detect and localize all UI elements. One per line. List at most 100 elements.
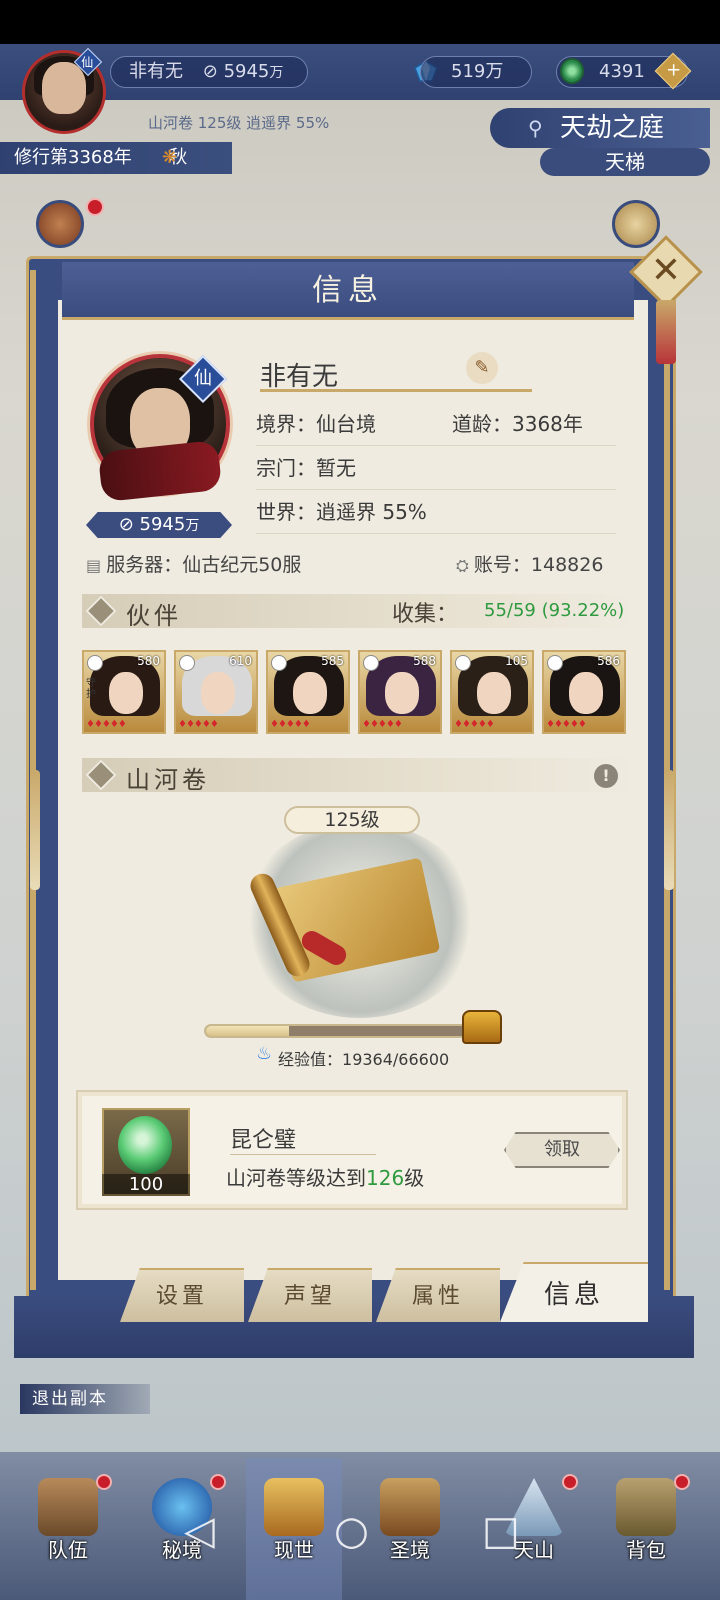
collect-value: 55/59 (93.22%) xyxy=(484,600,625,621)
notification-dot xyxy=(562,1474,578,1490)
partner-card[interactable]: 610 ♦♦♦♦♦ xyxy=(174,650,258,734)
server-value: 仙古纪元50服 xyxy=(182,554,302,576)
guard-label: 守护 xyxy=(86,678,96,700)
nav-label: 秘境 xyxy=(162,1538,202,1562)
tab-reputation[interactable]: 声望 xyxy=(248,1268,372,1322)
nav-holy-realm[interactable]: 圣境 xyxy=(362,1470,458,1590)
side-scroll-icon[interactable] xyxy=(612,200,660,248)
jade-pendant-icon xyxy=(118,1116,172,1174)
server-info: ▤ 服务器：仙古纪元50服 xyxy=(86,554,302,576)
partners-title: 伙伴 xyxy=(126,602,182,630)
nav-label: 背包 xyxy=(626,1538,666,1562)
partner-card[interactable]: 105 ♦♦♦♦♦ xyxy=(450,650,534,734)
exp-text: 经验值：19364/66600 xyxy=(278,1050,450,1069)
star-icon: ♦♦♦♦♦ xyxy=(86,719,127,730)
partner-level: 580 xyxy=(137,654,160,668)
partner-card[interactable]: 586 ♦♦♦♦♦ xyxy=(542,650,626,734)
player-name: 非有无 xyxy=(129,61,183,82)
reward-count: 100 xyxy=(102,1174,190,1196)
exp-progress-bar xyxy=(204,1024,494,1038)
system-home-icon[interactable]: ○ xyxy=(334,1508,369,1554)
nav-bag[interactable]: 背包 xyxy=(598,1470,694,1590)
player-name-pill: 非有无 ⊘ 5945万 xyxy=(110,56,308,88)
sect-value: 暂无 xyxy=(316,456,356,480)
tab-attributes[interactable]: 属性 xyxy=(376,1268,500,1322)
power-icon: ⊘ xyxy=(202,61,218,82)
ladder-label: 天梯 xyxy=(605,150,645,174)
account-icon: ⛭ xyxy=(456,556,474,575)
partner-card[interactable]: 守护 580 ♦♦♦♦♦ xyxy=(82,650,166,734)
partner-card[interactable]: 588 ♦♦♦♦♦ xyxy=(358,650,442,734)
nav-team[interactable]: 队伍 xyxy=(20,1470,116,1590)
nav-secret-realm[interactable]: 秘境 xyxy=(134,1470,230,1590)
reward-target-level: 126 xyxy=(366,1166,405,1190)
star-icon: ♦♦♦♦♦ xyxy=(454,719,495,730)
realm-row: 境界：仙台境 道龄：3368年 xyxy=(256,402,616,446)
star-icon: ♦♦♦♦♦ xyxy=(546,719,587,730)
partner-card[interactable]: 585 ♦♦♦♦♦ xyxy=(266,650,350,734)
jade-amount: 519万 xyxy=(451,61,504,82)
sect-row: 宗门：暂无 xyxy=(256,446,616,490)
star-icon: ♦♦♦♦♦ xyxy=(178,719,219,730)
player-power: 5945 xyxy=(223,61,270,82)
location-pin-icon: ⚲ xyxy=(528,116,543,140)
collect-label: 收集： xyxy=(392,602,459,627)
tab-info[interactable]: 信息 xyxy=(500,1262,648,1322)
ladder-button[interactable]: 天梯 xyxy=(540,148,710,176)
nav-present-world[interactable]: 现世 xyxy=(246,1470,342,1590)
edit-name-brush-icon[interactable]: ✎ xyxy=(466,352,498,384)
tab-settings[interactable]: 设置 xyxy=(120,1268,244,1322)
realm-value: 仙台境 xyxy=(316,412,376,436)
tassel-right xyxy=(664,770,674,890)
scroll-level: 125级 xyxy=(284,806,420,834)
partner-level: 586 xyxy=(597,654,620,668)
exit-instance-button[interactable]: 退出副本 xyxy=(20,1384,150,1414)
partner-level: 585 xyxy=(321,654,344,668)
close-icon[interactable]: ✕ xyxy=(640,244,692,296)
coin-amount: 4391 xyxy=(599,61,645,82)
world-summary: 山河卷 125级 逍遥界 55% xyxy=(148,114,330,132)
bag-icon xyxy=(616,1478,676,1536)
jade-coin-icon xyxy=(560,58,584,84)
profile-xian-text: 仙 xyxy=(194,368,212,389)
element-icon xyxy=(455,655,471,671)
account-info: ⛭ 账号：148826 xyxy=(456,554,604,576)
system-recents-icon[interactable]: □ xyxy=(482,1508,520,1554)
team-icon xyxy=(38,1478,98,1536)
jade-currency-pill[interactable]: 519万 xyxy=(420,56,532,88)
notification-dot xyxy=(674,1474,690,1490)
system-back-icon[interactable]: ◁ xyxy=(184,1508,215,1554)
tassel-left xyxy=(30,770,40,890)
world-value: 逍遥界 55% xyxy=(316,500,427,524)
maple-leaf-icon: ❋ xyxy=(162,147,178,168)
partner-level: 588 xyxy=(413,654,436,668)
element-icon xyxy=(363,655,379,671)
notification-dot xyxy=(96,1474,112,1490)
holy-realm-icon xyxy=(380,1478,440,1536)
location-banner[interactable]: 天劫之庭 xyxy=(490,108,710,148)
present-world-icon xyxy=(264,1478,324,1536)
cultivation-year: 修行第3368年 xyxy=(14,147,132,168)
element-icon xyxy=(179,655,195,671)
star-icon: ♦♦♦♦♦ xyxy=(362,719,403,730)
nav-label: 现世 xyxy=(274,1538,314,1562)
nav-label: 队伍 xyxy=(48,1538,88,1562)
world-row: 世界：逍遥界 55% xyxy=(256,490,616,534)
panel-title: 信息 xyxy=(62,262,634,320)
exp-value: 19364/66600 xyxy=(342,1050,450,1069)
player-power-unit: 万 xyxy=(269,65,284,81)
notification-dot xyxy=(210,1474,226,1490)
scroll-title: 山河卷 xyxy=(126,766,210,794)
profile-power: ⊘ 5945万 xyxy=(86,512,232,538)
element-icon xyxy=(87,655,103,671)
info-icon[interactable]: ! xyxy=(594,764,618,788)
power-icon: ⊘ xyxy=(118,514,140,535)
notification-dot xyxy=(86,198,104,216)
element-icon xyxy=(271,655,287,671)
account-value: 148826 xyxy=(530,554,604,576)
claim-button[interactable]: 领取 xyxy=(504,1132,620,1168)
side-event-icon[interactable] xyxy=(36,200,84,248)
status-bar xyxy=(0,0,720,44)
age-value: 3368年 xyxy=(512,412,583,436)
treasure-chest-icon[interactable] xyxy=(462,1010,502,1044)
